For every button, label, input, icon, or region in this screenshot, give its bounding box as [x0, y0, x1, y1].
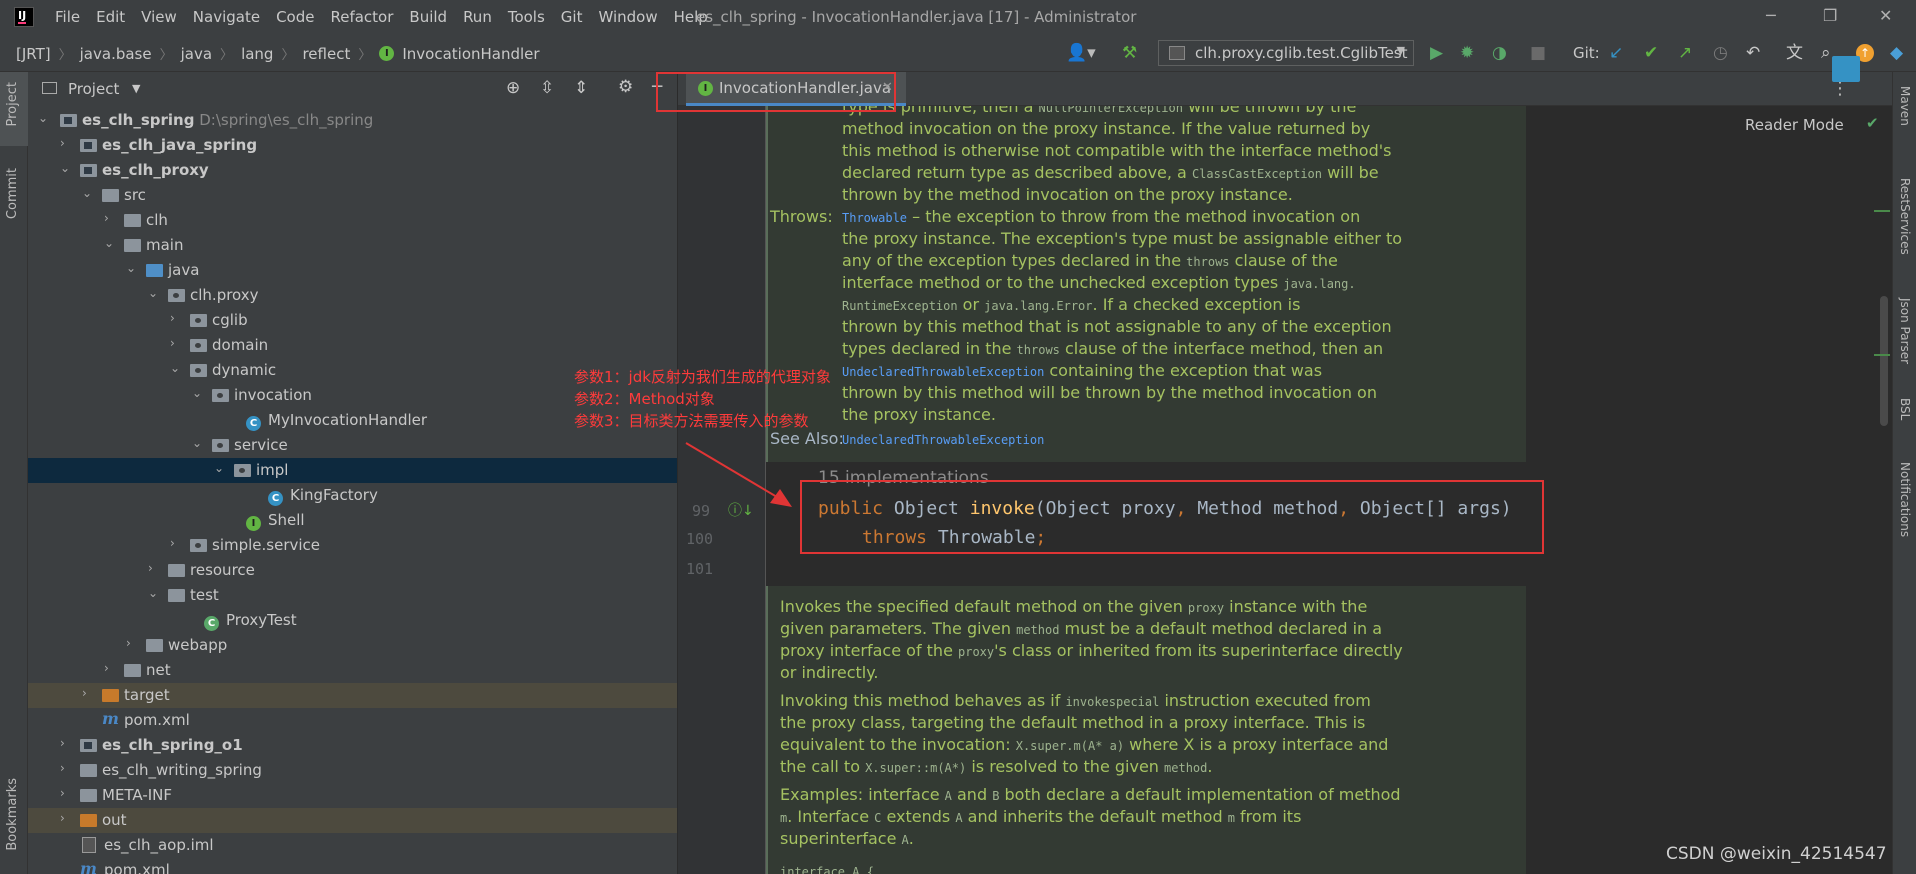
annotation-arrow: [685, 442, 792, 507]
watermark: CSDN @weixin_42514547: [1666, 844, 1887, 864]
arrow-head-icon: [770, 489, 792, 507]
arrow-shaft: [685, 442, 783, 501]
